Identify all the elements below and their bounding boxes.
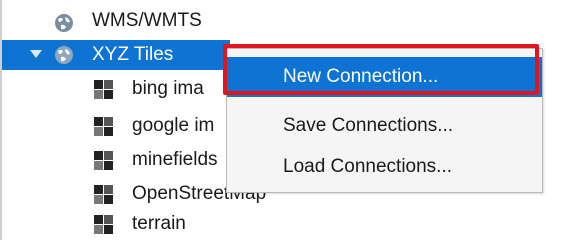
menu-item-save-connections[interactable]: Save Connections... (227, 106, 542, 146)
menu-item-label: Load Connections... (283, 156, 453, 177)
menu-item-label: Save Connections... (283, 115, 454, 136)
tree-item-bing[interactable]: bing ima (94, 75, 234, 105)
menu-item-load-connections[interactable]: Load Connections... (227, 147, 542, 187)
globe-icon (55, 46, 73, 64)
xyz-tile-icon (94, 185, 113, 204)
xyz-tile-icon (94, 215, 113, 234)
xyz-tile-icon (94, 117, 113, 136)
tree-item-label: google im (132, 115, 215, 136)
tree-item-label: terrain (132, 213, 186, 234)
tree-item-label: minefields (132, 149, 218, 170)
expand-arrow-icon[interactable] (30, 50, 42, 58)
tree-item-terrain[interactable]: terrain (94, 210, 294, 240)
tree-item-xyz-tiles[interactable]: XYZ Tiles (2, 40, 230, 70)
panel-left-border (0, 0, 2, 240)
tree-item-google[interactable]: google im (94, 112, 234, 142)
tree-item-wms-wmts[interactable]: WMS/WMTS (50, 8, 350, 38)
globe-icon (55, 14, 73, 32)
highlight-annotation-box (223, 44, 539, 95)
tree-item-label: bing ima (132, 78, 204, 99)
tree-item-label: XYZ Tiles (92, 44, 174, 65)
tree-item-minefields[interactable]: minefields (94, 146, 234, 176)
xyz-tile-icon (94, 80, 113, 99)
xyz-tile-icon (94, 151, 113, 170)
tree-item-label: WMS/WMTS (92, 10, 202, 31)
